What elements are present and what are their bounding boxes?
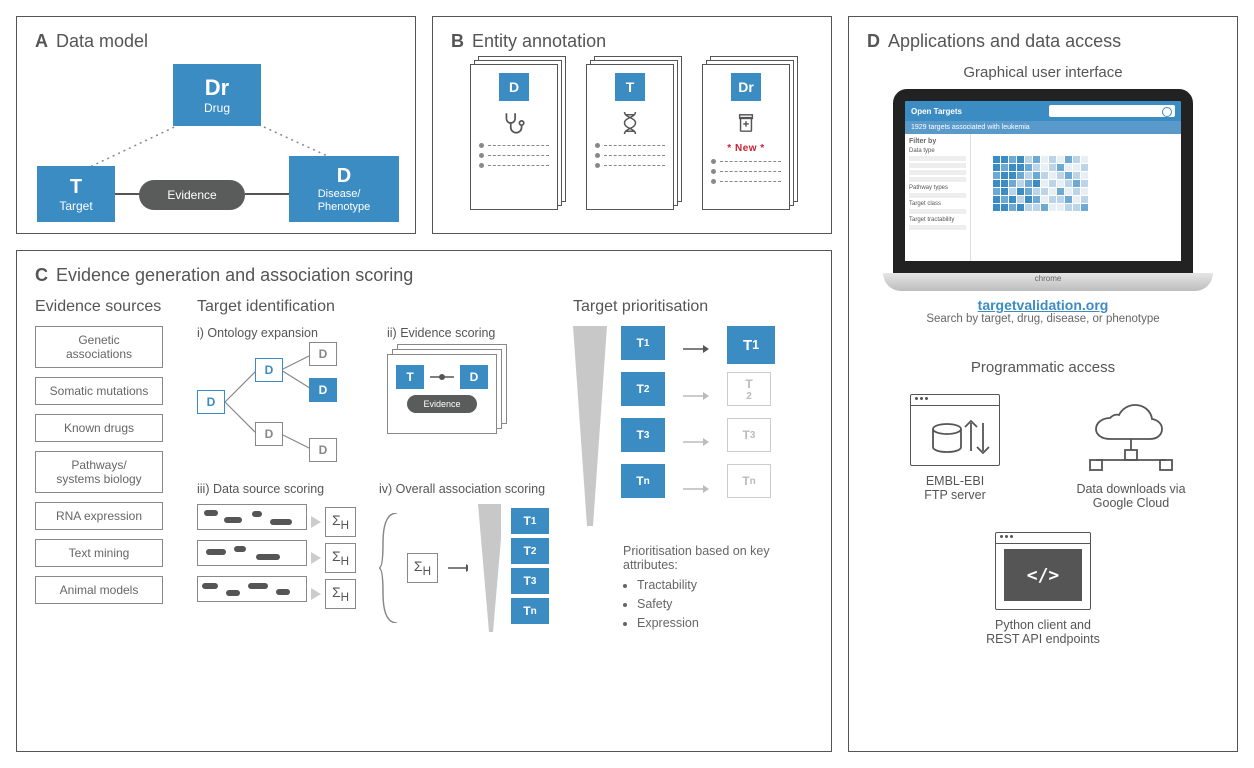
annotation-card-disease: D [470,64,562,214]
src-pathways: Pathways/ systems biology [35,451,163,493]
src-text: Text mining [35,539,163,567]
laptop-mockup: Open Targets 1929 targets associated wit… [883,89,1203,291]
src-animal: Animal models [35,576,163,604]
stethoscope-icon [479,109,549,137]
panel-evidence-scoring: CEvidence generation and association sco… [16,250,832,752]
gui-heading: Graphical user interface [867,64,1219,81]
panel-b-title: BEntity annotation [451,31,813,52]
dna-icon [595,109,665,137]
disease-node: D Disease/ Phenotype [289,156,399,222]
evidence-sources-col: Evidence sources Genetic associations So… [35,298,173,718]
site-link[interactable]: targetvalidation.org [867,297,1219,313]
search-input[interactable] [1049,105,1175,117]
sigma-box: ΣH [325,507,356,537]
panel-c-title: CEvidence generation and association sco… [35,265,813,286]
score-strip [197,504,307,530]
evidence-node: Evidence [139,180,245,210]
target-prioritisation-col: Target prioritisation T1 T2 T3 Tn [573,298,813,718]
src-genetic: Genetic associations [35,326,163,368]
prioritisation-attributes: Tractability Safety Expression [623,576,793,632]
panel-a-title: AData model [35,31,397,52]
ftp-icon [910,394,1000,466]
annotation-card-target: T [586,64,678,214]
new-tag: * New * [711,143,781,154]
programmatic-heading: Programmatic access [867,359,1219,376]
panel-data-model: AData model Dr Drug T Target D Disease/ … [16,16,416,234]
funnel-icon [478,504,501,632]
src-somatic: Somatic mutations [35,377,163,405]
funnel-icon [573,326,607,526]
gcloud-block: Data downloads via Google Cloud [1056,394,1206,510]
annotation-card-drug: Dr * New * [702,64,794,214]
src-rna: RNA expression [35,502,163,530]
cloud-network-icon [1076,394,1186,474]
drug-node: Dr Drug [173,64,261,126]
api-icon: </> [995,532,1091,610]
target-identification-col: Target identification i) Ontology expans… [197,298,549,718]
api-block: </> Python client and REST API endpoints [968,532,1118,646]
brace-icon [379,513,397,623]
panel-d-title: DApplications and data access [867,31,1219,52]
src-drugs: Known drugs [35,414,163,442]
panel-applications: DApplications and data access Graphical … [848,16,1238,752]
target-node: T Target [37,166,115,222]
heatmap [993,156,1177,211]
pill-bottle-icon [711,109,781,137]
ftp-block: EMBL-EBI FTP server [880,394,1030,510]
panel-entity-annotation: BEntity annotation D T [432,16,832,234]
